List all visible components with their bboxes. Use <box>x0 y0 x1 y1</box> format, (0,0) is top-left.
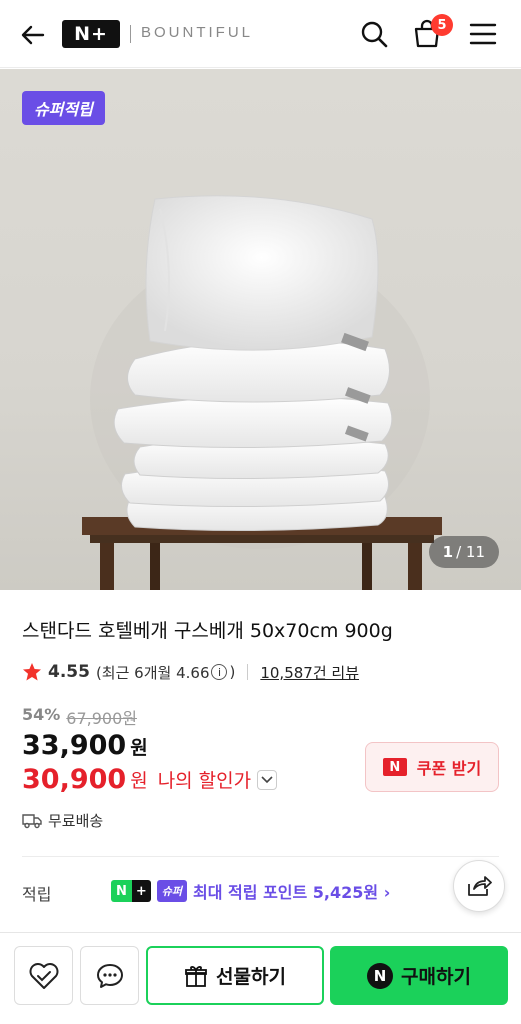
rating-value: 4.55 <box>48 662 90 682</box>
sale-price-unit: 원 <box>130 737 148 759</box>
bottom-action-bar: 선물하기 N 구매하기 <box>0 932 521 1024</box>
nplus-logo[interactable]: N+ <box>62 20 120 48</box>
naver-pay-icon: N <box>367 962 394 989</box>
sale-price: 33,900 <box>22 730 127 761</box>
coupon-button[interactable]: N 쿠폰 받기 <box>365 742 499 792</box>
truck-icon <box>22 813 42 828</box>
recent-rating-close: ) <box>229 663 236 681</box>
review-count-link[interactable]: 10,587건 리뷰 <box>260 662 359 683</box>
image-counter: 1 / 11 <box>428 536 499 568</box>
naver-n-icon: N <box>382 758 407 776</box>
shipping-label: 무료배송 <box>48 812 104 830</box>
discount-row: 54% 67,900원 <box>22 705 137 729</box>
rating-row: 4.55 (최근 6개월 4.66 i ) 10,587건 리뷰 <box>22 660 359 684</box>
my-price-unit: 원 <box>130 770 148 792</box>
points-label: 적립 <box>22 885 52 904</box>
my-price-row[interactable]: 30,900 원 나의 할인가 <box>22 764 278 795</box>
search-icon[interactable] <box>358 18 390 50</box>
sale-price-row: 33,900 원 <box>22 730 148 761</box>
nplus-badge-n: N <box>111 880 132 902</box>
chat-bubble-icon <box>96 963 123 988</box>
logo-divider <box>130 25 131 43</box>
points-row[interactable]: N + 슈퍼 최대 적립 포인트 5,425원 › <box>111 879 390 903</box>
info-icon[interactable]: i <box>211 664 228 680</box>
section-divider <box>22 856 499 857</box>
my-discount-price: 30,900 <box>22 764 127 795</box>
brand-name[interactable]: BOUNTIFUL <box>141 24 253 41</box>
share-button[interactable] <box>453 860 505 912</box>
gift-icon <box>185 965 207 987</box>
heart-check-icon <box>29 962 58 989</box>
share-icon <box>468 876 492 896</box>
back-arrow-icon[interactable] <box>18 20 48 50</box>
shipping-row: 무료배송 <box>22 810 103 831</box>
nplus-badge: N + <box>111 880 151 902</box>
top-header: N+ BOUNTIFUL 5 <box>0 0 521 68</box>
super-mini-badge: 슈퍼 <box>156 880 188 902</box>
coupon-label: 쿠폰 받기 <box>416 759 482 778</box>
image-index: 1 <box>442 543 454 561</box>
discount-rate: 54% <box>22 705 61 724</box>
star-icon <box>23 663 41 681</box>
pillow-stack-illustration <box>82 195 442 590</box>
product-image[interactable]: 슈퍼적립 1 / 11 <box>0 69 521 590</box>
original-price: 67,900원 <box>66 709 138 728</box>
gift-label: 선물하기 <box>216 966 286 988</box>
image-total: / 11 <box>456 543 485 561</box>
max-points-link[interactable]: 최대 적립 포인트 5,425원 › <box>193 879 390 903</box>
cart-count-badge: 5 <box>431 14 453 36</box>
product-title: 스탠다드 호텔베개 구스베개 50x70cm 900g <box>22 620 393 642</box>
recent-rating: (최근 6개월 4.66 <box>95 663 210 682</box>
nplus-badge-plus: + <box>131 880 151 902</box>
super-points-badge: 슈퍼적립 <box>22 91 105 125</box>
talk-button[interactable] <box>80 946 139 1005</box>
my-price-label: 나의 할인가 <box>157 770 252 792</box>
rating-divider <box>247 664 249 680</box>
chevron-down-icon[interactable] <box>257 769 278 790</box>
wishlist-button[interactable] <box>14 946 73 1005</box>
buy-label: 구매하기 <box>401 966 471 988</box>
buy-button[interactable]: N 구매하기 <box>330 946 508 1005</box>
gift-button[interactable]: 선물하기 <box>146 946 324 1005</box>
menu-icon[interactable] <box>467 18 499 50</box>
